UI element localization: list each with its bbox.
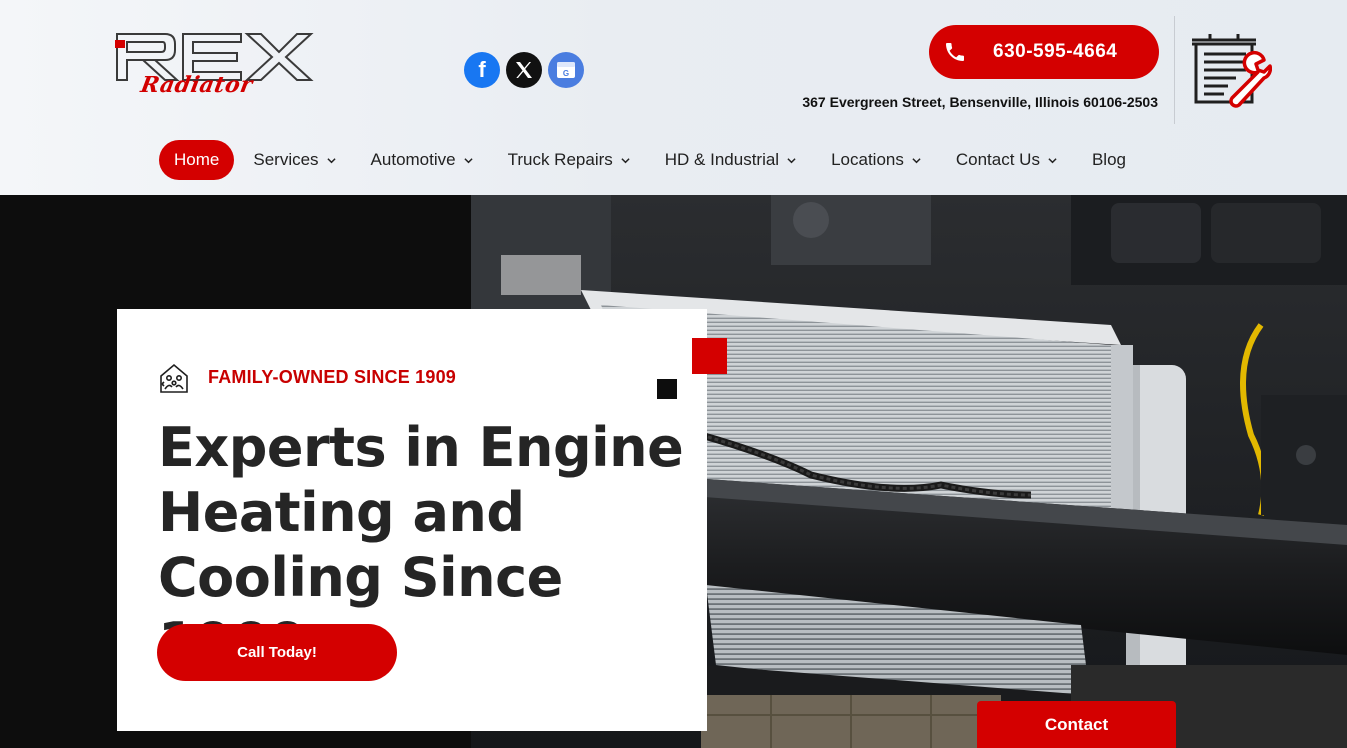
nav-label: Automotive	[370, 150, 456, 169]
decorative-red-square	[692, 338, 727, 374]
facebook-icon[interactable]: f	[464, 52, 500, 88]
nav-item-home[interactable]: Home	[159, 140, 235, 180]
nav-item-contact-us[interactable]: Contact Us	[956, 150, 1057, 170]
nav-item-services[interactable]: Services	[253, 150, 336, 170]
nav-label: Locations	[831, 150, 904, 169]
business-address: 367 Evergreen Street, Bensenville, Illin…	[802, 94, 1158, 110]
site-header: Radiator f G 630-595-4664 367 Evergreen …	[0, 0, 1347, 195]
chevron-down-icon	[621, 157, 630, 163]
google-store-icon: G	[557, 62, 575, 78]
nav-item-blog[interactable]: Blog	[1092, 150, 1126, 170]
hero-tagline: FAMILY-OWNED SINCE 1909	[208, 367, 456, 387]
decorative-black-square	[657, 379, 677, 399]
hero-card: FAMILY-OWNED SINCE 1909 Experts in Engin…	[117, 309, 707, 731]
social-links: f G	[464, 52, 584, 88]
nav-item-locations[interactable]: Locations	[831, 150, 921, 170]
radiator-wrench-icon[interactable]	[1190, 30, 1272, 110]
nav-item-truck-repairs[interactable]: Truck Repairs	[508, 150, 630, 170]
google-business-icon[interactable]: G	[548, 52, 584, 88]
chevron-down-icon	[326, 157, 336, 163]
nav-label: Services	[253, 150, 319, 169]
nav-label: Truck Repairs	[507, 150, 613, 169]
header-divider	[1174, 16, 1175, 124]
chevron-down-icon	[912, 157, 921, 163]
x-twitter-icon[interactable]	[506, 52, 542, 88]
nav-label: HD & Industrial	[664, 150, 780, 169]
chevron-down-icon	[1048, 157, 1057, 163]
nav-item-hd-industrial[interactable]: HD & Industrial	[665, 150, 796, 170]
nav-label: Blog	[1091, 150, 1126, 169]
phone-icon	[946, 43, 964, 61]
nav-label: Contact Us	[955, 150, 1040, 169]
nav-item-automotive[interactable]: Automotive	[371, 150, 473, 170]
svg-text:G: G	[563, 69, 569, 78]
phone-number: 630-595-4664	[993, 41, 1118, 62]
rex-radiator-logo[interactable]: Radiator	[113, 28, 317, 108]
chevron-down-icon	[463, 157, 473, 163]
x-logo-icon	[516, 62, 532, 78]
logo-script-text: Radiator	[138, 72, 255, 98]
contact-tab-button[interactable]: Contact	[977, 701, 1176, 748]
main-navigation: Home Services Automotive Truck Repairs H…	[159, 140, 1126, 180]
family-house-icon	[160, 363, 188, 393]
header-phone-button[interactable]: 630-595-4664	[929, 25, 1159, 79]
call-today-button[interactable]: Call Today!	[157, 624, 397, 681]
chevron-down-icon	[787, 157, 796, 163]
nav-label: Home	[174, 150, 220, 169]
